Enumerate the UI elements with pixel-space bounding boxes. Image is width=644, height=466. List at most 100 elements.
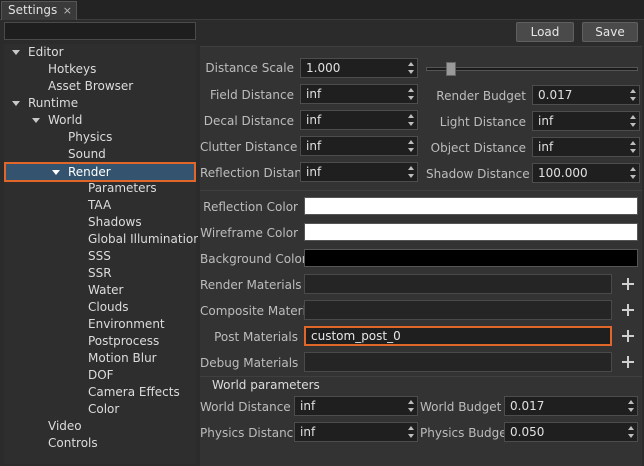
tree-item-camera-effects[interactable]: Camera Effects [88, 384, 180, 401]
tree-item-color[interactable]: Color [88, 401, 119, 418]
composite-materials-field[interactable] [304, 300, 612, 320]
chevron-down-icon[interactable] [32, 118, 40, 123]
tree-item-clouds[interactable]: Clouds [88, 299, 129, 316]
arrow-up-icon[interactable] [630, 167, 636, 171]
tree-item-physics[interactable]: Physics [68, 129, 112, 146]
arrow-up-icon[interactable] [408, 426, 414, 430]
light-distance-spinbox[interactable]: inf [532, 111, 640, 131]
reflection-distance-label: Reflection Distance [200, 166, 316, 180]
tree-item-sss[interactable]: SSS [88, 248, 111, 265]
tree-item-label: Postprocess [88, 334, 160, 348]
arrow-down-icon[interactable] [630, 123, 636, 127]
background-color-swatch[interactable] [304, 249, 638, 267]
arrow-down-icon[interactable] [630, 149, 636, 153]
tree-item-world[interactable]: World [4, 112, 196, 129]
debug-materials-field[interactable] [304, 352, 612, 372]
arrow-up-icon[interactable] [408, 114, 414, 118]
world-budget-spinbox[interactable]: 0.017 [504, 396, 638, 416]
arrow-down-icon[interactable] [408, 122, 414, 126]
render-budget-spinbox[interactable]: 0.017 [532, 85, 640, 105]
reflection-distance-spinbox[interactable]: inf [300, 162, 418, 182]
spinbox-value: inf [300, 425, 316, 439]
shadow-distance-spinbox[interactable]: 100.000 [532, 163, 640, 183]
arrow-up-icon[interactable] [628, 426, 634, 430]
render-materials-field[interactable] [304, 274, 612, 294]
debug-materials-label: Debug Materials [200, 356, 299, 370]
arrow-up-icon[interactable] [408, 166, 414, 170]
tree-item-water[interactable]: Water [88, 282, 123, 299]
tree-item-editor[interactable]: Editor [4, 44, 196, 61]
add-render-material-icon[interactable] [622, 278, 634, 290]
add-composite-material-icon[interactable] [622, 304, 634, 316]
chevron-down-icon[interactable] [12, 50, 20, 55]
tree-search-input[interactable] [4, 22, 196, 40]
tree-item-motion-blur[interactable]: Motion Blur [88, 350, 157, 367]
spinbox-value: 0.017 [510, 399, 545, 413]
arrow-up-icon[interactable] [630, 89, 636, 93]
tree-item-taa[interactable]: TAA [88, 197, 111, 214]
physics-budget-label: Physics Budget [420, 426, 512, 440]
field-distance-label: Field Distance [210, 88, 294, 102]
distance-scale-slider-track[interactable] [426, 67, 638, 71]
physics-budget-spinbox[interactable]: 0.050 [504, 422, 638, 442]
tree-item-environment[interactable]: Environment [88, 316, 165, 333]
post-materials-field[interactable]: custom_post_0 [304, 326, 612, 346]
arrow-up-icon[interactable] [630, 141, 636, 145]
wireframe-color-label: Wireframe Color [200, 226, 298, 240]
tree-item-render[interactable]: Render [4, 162, 196, 182]
arrow-down-icon[interactable] [628, 434, 634, 438]
tree-item-runtime[interactable]: Runtime [4, 95, 196, 112]
field-distance-spinbox[interactable]: inf [300, 84, 418, 104]
reflection-color-swatch[interactable] [304, 197, 638, 215]
world-distance-spinbox[interactable]: inf [294, 396, 418, 416]
load-button[interactable]: Load [516, 22, 574, 42]
tree-item-controls[interactable]: Controls [48, 435, 98, 452]
tab-settings[interactable]: Settings × [1, 1, 77, 20]
chevron-down-icon[interactable] [12, 101, 20, 106]
clutter-distance-spinbox[interactable]: inf [300, 136, 418, 156]
tree-item-video[interactable]: Video [48, 418, 82, 435]
object-distance-label: Object Distance [430, 141, 526, 155]
arrow-down-icon[interactable] [630, 175, 636, 179]
arrow-up-icon[interactable] [408, 88, 414, 92]
arrow-up-icon[interactable] [408, 140, 414, 144]
tree-item-global-illumination[interactable]: Global Illumination [88, 231, 201, 248]
decal-distance-spinbox[interactable]: inf [300, 110, 418, 130]
arrow-down-icon[interactable] [408, 70, 414, 74]
arrow-down-icon[interactable] [408, 408, 414, 412]
tree-item-shadows[interactable]: Shadows [88, 214, 142, 231]
save-button[interactable]: Save [582, 22, 638, 42]
tree-item-parameters[interactable]: Parameters [88, 180, 157, 197]
arrow-down-icon[interactable] [408, 96, 414, 100]
tree-item-hotkeys[interactable]: Hotkeys [48, 61, 96, 78]
arrow-down-icon[interactable] [408, 174, 414, 178]
spinbox-value: inf [306, 139, 322, 153]
distance-scale-slider-handle[interactable] [446, 62, 457, 76]
tree-item-dof[interactable]: DOF [88, 367, 114, 384]
tree-item-label: Shadows [88, 215, 142, 229]
chevron-down-icon[interactable] [52, 170, 60, 175]
arrow-up-icon[interactable] [628, 400, 634, 404]
arrow-up-icon[interactable] [630, 115, 636, 119]
physics-distance-spinbox[interactable]: inf [294, 422, 418, 442]
shadow-distance-label: Shadow Distance [426, 167, 530, 181]
add-debug-material-icon[interactable] [622, 356, 634, 368]
background-color-label: Background Color [200, 252, 307, 266]
wireframe-color-swatch[interactable] [304, 223, 638, 241]
add-post-material-icon[interactable] [622, 330, 634, 342]
distance-scale-spinbox[interactable]: 1.000 [300, 58, 418, 78]
arrow-up-icon[interactable] [408, 62, 414, 66]
arrow-up-icon[interactable] [408, 400, 414, 404]
tree-item-sound[interactable]: Sound [68, 146, 106, 163]
arrow-down-icon[interactable] [408, 434, 414, 438]
object-distance-spinbox[interactable]: inf [532, 137, 640, 157]
tree-item-label: Global Illumination [88, 232, 201, 246]
arrow-down-icon[interactable] [408, 148, 414, 152]
close-icon[interactable]: × [63, 2, 72, 19]
arrow-down-icon[interactable] [628, 408, 634, 412]
tree-item-asset-browser[interactable]: Asset Browser [48, 78, 133, 95]
tree-item-postprocess[interactable]: Postprocess [88, 333, 159, 350]
arrow-down-icon[interactable] [630, 97, 636, 101]
tree-item-label: Water [88, 283, 124, 297]
tree-item-ssr[interactable]: SSR [88, 265, 112, 282]
